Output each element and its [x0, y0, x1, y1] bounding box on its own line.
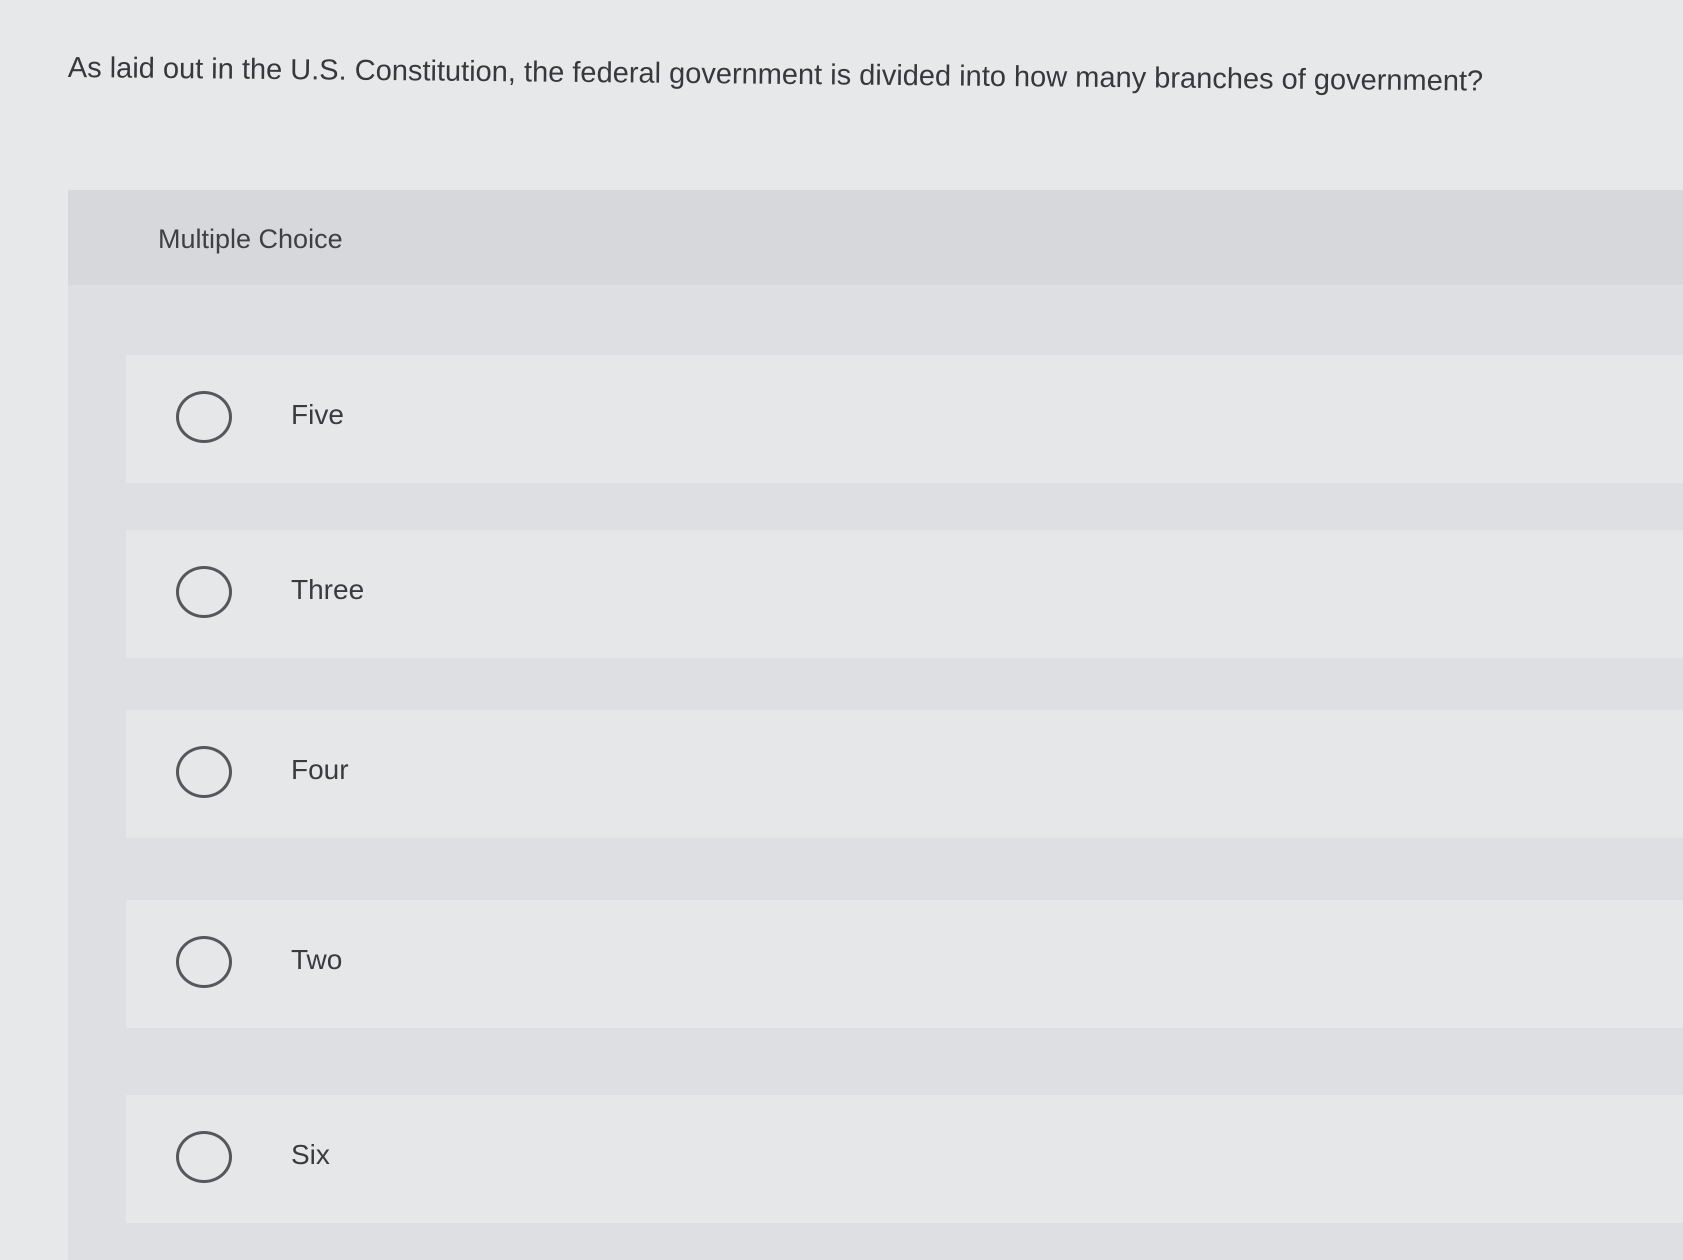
- option-four[interactable]: Four: [126, 710, 1683, 838]
- radio-button-icon[interactable]: [176, 746, 232, 798]
- radio-button-icon[interactable]: [176, 936, 232, 988]
- option-six[interactable]: Six: [126, 1095, 1683, 1223]
- option-label: Four: [291, 754, 349, 785]
- multiple-choice-label: Multiple Choice: [158, 224, 343, 254]
- radio-button-icon[interactable]: [176, 391, 232, 443]
- multiple-choice-header: Multiple Choice: [68, 190, 1683, 285]
- option-label: Six: [291, 1139, 330, 1170]
- multiple-choice-panel: Multiple Choice Five Three Four Two Six: [68, 190, 1683, 1260]
- option-three[interactable]: Three: [126, 530, 1683, 658]
- option-label: Five: [291, 399, 344, 430]
- option-label: Two: [291, 944, 343, 975]
- option-label: Three: [291, 574, 365, 605]
- option-two[interactable]: Two: [126, 900, 1683, 1028]
- radio-button-icon[interactable]: [176, 1131, 232, 1183]
- question-text: As laid out in the U.S. Constitution, th…: [67, 51, 1484, 98]
- option-five[interactable]: Five: [126, 355, 1683, 483]
- radio-button-icon[interactable]: [176, 566, 232, 618]
